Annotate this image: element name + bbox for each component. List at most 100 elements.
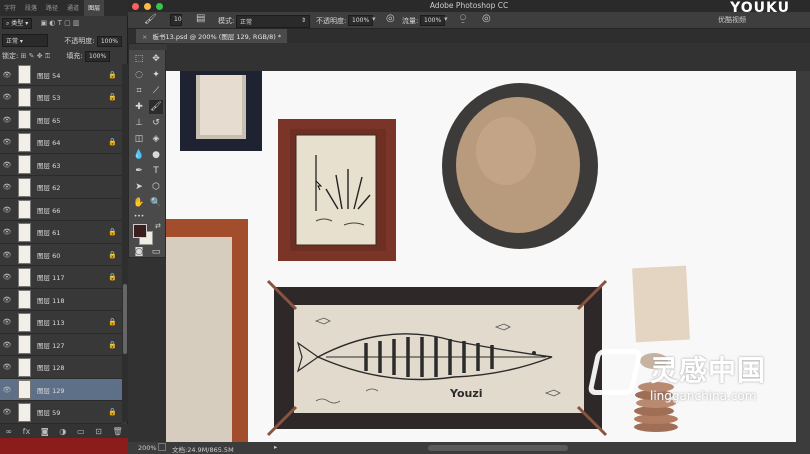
- layer-thumbnail[interactable]: [18, 245, 31, 264]
- clone-stamp-tool-icon[interactable]: ⊥: [132, 116, 146, 130]
- zoom-tool-icon[interactable]: 🔍: [149, 196, 163, 210]
- brush-panel-icon[interactable]: ▤: [196, 13, 205, 24]
- visibility-eye-icon[interactable]: 👁: [0, 363, 14, 371]
- tab-layers[interactable]: 图层: [84, 0, 105, 16]
- layer-name[interactable]: 图层 64: [37, 137, 108, 147]
- layer-row[interactable]: 👁 图层 53 🔒: [0, 87, 122, 109]
- layer-thumbnail[interactable]: [18, 110, 31, 129]
- mask-icon[interactable]: ◙: [41, 427, 49, 436]
- link-icon[interactable]: ∞: [5, 427, 12, 436]
- more-tools-icon[interactable]: •••: [132, 210, 146, 224]
- visibility-eye-icon[interactable]: 👁: [0, 138, 14, 146]
- layer-filter-select[interactable]: ⌕ 类型 ▾: [2, 18, 33, 29]
- status-menu-arrow[interactable]: ▸: [274, 443, 277, 451]
- tab-paragraph[interactable]: 段落: [21, 0, 41, 16]
- layer-row[interactable]: 👁 图层 113 🔒: [0, 312, 122, 334]
- layer-name[interactable]: 图层 127: [37, 340, 108, 350]
- layer-thumbnail[interactable]: [18, 222, 31, 242]
- layer-thumbnail[interactable]: [18, 290, 31, 309]
- crop-tool-icon[interactable]: ⌗: [132, 84, 146, 98]
- opacity-input[interactable]: 100%: [348, 15, 374, 26]
- canvas-vertical-scrollbar[interactable]: [796, 71, 810, 442]
- layer-thumbnail[interactable]: [18, 380, 31, 399]
- eraser-tool-icon[interactable]: ◫: [132, 132, 146, 146]
- layer-name[interactable]: 图层 129: [37, 385, 122, 395]
- airbrush-icon[interactable]: ⍜: [460, 13, 466, 24]
- layer-name[interactable]: 图层 54: [37, 70, 108, 80]
- layer-opacity-input[interactable]: 100%: [96, 36, 122, 47]
- layer-name[interactable]: 图层 66: [37, 205, 122, 215]
- layer-row[interactable]: 👁 图层 127 🔒: [0, 334, 122, 356]
- eyedropper-tool-icon[interactable]: ⟋: [149, 84, 163, 98]
- pen-tool-icon[interactable]: ✒: [132, 164, 146, 178]
- layer-name[interactable]: 图层 65: [37, 115, 122, 125]
- opacity-dropdown-icon[interactable]: ▾: [372, 15, 376, 23]
- history-brush-tool-icon[interactable]: ↺: [149, 116, 163, 130]
- flow-input[interactable]: 100%: [420, 15, 446, 26]
- fill-input[interactable]: 100%: [85, 51, 111, 62]
- visibility-eye-icon[interactable]: 👁: [0, 116, 14, 124]
- tab-character[interactable]: 字符: [0, 0, 20, 16]
- layer-thumbnail[interactable]: [18, 200, 31, 219]
- visibility-eye-icon[interactable]: 👁: [0, 296, 14, 304]
- lasso-tool-icon[interactable]: ◌: [132, 68, 146, 82]
- layer-blend-mode-select[interactable]: 正常 ▾: [2, 34, 48, 47]
- layer-thumbnail[interactable]: [18, 177, 31, 197]
- layer-row[interactable]: 👁 图层 54 🔒: [0, 64, 122, 86]
- foreground-color-swatch[interactable]: [133, 224, 147, 238]
- hand-tool-icon[interactable]: ✋: [132, 196, 146, 210]
- tab-channels[interactable]: 通道: [63, 0, 83, 16]
- magic-wand-tool-icon[interactable]: ✦: [149, 68, 163, 82]
- swap-colors-icon[interactable]: ⇄: [155, 222, 161, 230]
- tab-paths[interactable]: 路径: [42, 0, 62, 16]
- layer-thumbnail[interactable]: [18, 312, 31, 332]
- brush-size-picker[interactable]: 10: [170, 14, 182, 26]
- blur-tool-icon[interactable]: 💧: [132, 148, 146, 162]
- adjustment-icon[interactable]: ◑: [59, 427, 66, 436]
- layer-thumbnail[interactable]: [18, 87, 31, 107]
- layer-row[interactable]: 👁 图层 65: [0, 109, 122, 131]
- workspace-switcher[interactable]: 优酷视频: [718, 15, 746, 25]
- layer-name[interactable]: 图层 60: [37, 250, 108, 260]
- layer-row[interactable]: 👁 图层 129: [0, 379, 122, 401]
- path-selection-tool-icon[interactable]: ➤: [132, 180, 146, 194]
- layer-row[interactable]: 👁 图层 66: [0, 199, 122, 221]
- type-tool-icon[interactable]: T: [149, 164, 163, 178]
- layer-name[interactable]: 图层 117: [37, 272, 108, 282]
- layer-name[interactable]: 图层 118: [37, 295, 122, 305]
- healing-brush-tool-icon[interactable]: ✚: [132, 100, 146, 114]
- zoom-level[interactable]: 200%: [138, 444, 157, 452]
- layer-name[interactable]: 图层 63: [37, 160, 122, 170]
- visibility-eye-icon[interactable]: 👁: [0, 341, 14, 349]
- layer-name[interactable]: 图层 61: [37, 227, 108, 237]
- quick-mask-icon[interactable]: ◙: [132, 245, 146, 259]
- layer-row[interactable]: 👁 图层 64 🔒: [0, 132, 122, 154]
- layer-name[interactable]: 图层 59: [37, 407, 108, 417]
- brush-tool-icon-active[interactable]: 🖌: [149, 100, 163, 114]
- visibility-eye-icon[interactable]: 👁: [0, 206, 14, 214]
- layer-row[interactable]: 👁 图层 59 🔒: [0, 402, 122, 424]
- marquee-tool-icon[interactable]: ⬚: [132, 52, 146, 66]
- toolbar-grip[interactable]: [129, 44, 167, 50]
- layer-name[interactable]: 图层 113: [37, 317, 108, 327]
- layer-row[interactable]: 👁 图层 61 🔒: [0, 222, 122, 244]
- pressure-size-icon[interactable]: ◎: [482, 13, 491, 24]
- visibility-eye-icon[interactable]: 👁: [0, 183, 14, 191]
- layer-row[interactable]: 👁 图层 63: [0, 154, 122, 176]
- layer-thumbnail[interactable]: [18, 132, 31, 152]
- shape-tool-icon[interactable]: ⬡: [149, 180, 163, 194]
- visibility-eye-icon[interactable]: 👁: [0, 386, 14, 394]
- layer-row[interactable]: 👁 图层 62: [0, 177, 122, 199]
- new-layer-icon[interactable]: ⊡: [95, 427, 102, 436]
- pressure-opacity-icon[interactable]: ◎: [386, 13, 395, 24]
- document-tab[interactable]: × 板书13.psd @ 200% (图层 129, RGB/8) *: [136, 29, 288, 43]
- trash-icon[interactable]: 🗑: [113, 427, 123, 436]
- visibility-eye-icon[interactable]: 👁: [0, 93, 14, 101]
- layer-scroll-thumb[interactable]: [123, 284, 127, 354]
- brush-tool-icon[interactable]: 🖌: [144, 14, 157, 25]
- layer-row[interactable]: 👁 图层 128: [0, 357, 122, 379]
- horizontal-scroll-thumb[interactable]: [428, 445, 568, 451]
- layer-name[interactable]: 图层 62: [37, 182, 122, 192]
- move-tool-icon[interactable]: ✥: [149, 52, 163, 66]
- visibility-eye-icon[interactable]: 👁: [0, 273, 14, 281]
